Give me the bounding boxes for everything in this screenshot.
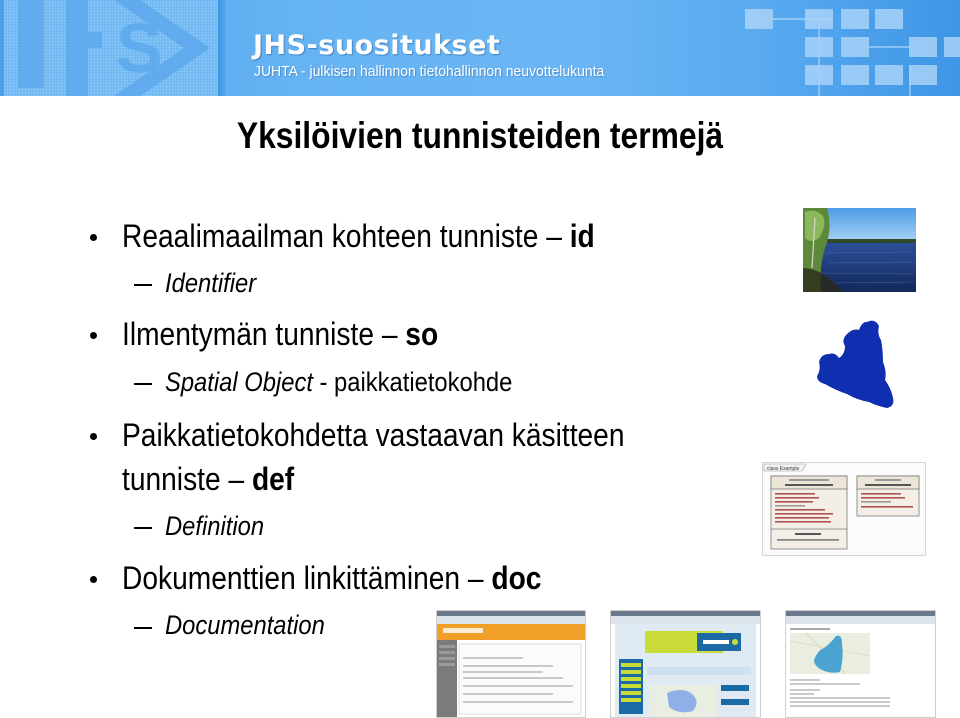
bullet-item-id: Reaalimaailman kohteen tunniste – id bbox=[122, 220, 595, 252]
bullet-text: Reaalimaailman kohteen tunniste – bbox=[122, 218, 570, 254]
sub-rest-text: - paikkatietokohde bbox=[312, 367, 513, 397]
paikkatietoikkuna-screenshot bbox=[436, 610, 586, 718]
slide-title: Yksilöivien tunnisteiden termejä bbox=[236, 115, 724, 156]
bullet-text: tunniste – bbox=[122, 461, 252, 497]
header-banner: S JHS-suositukset JUHTA - julkisen halli… bbox=[0, 0, 960, 96]
bullet-item-doc: Dokumenttien linkittäminen – doc bbox=[122, 562, 541, 594]
flowchart-decoration-icon bbox=[745, 9, 960, 96]
region-map-shape bbox=[815, 318, 897, 408]
bullet-icon bbox=[90, 234, 97, 241]
sub-italic-text: Identifier bbox=[165, 268, 257, 298]
browser-screenshot-icon bbox=[437, 611, 585, 717]
term-code: so bbox=[405, 316, 439, 352]
banner-title: JHS-suositukset bbox=[253, 30, 501, 61]
jhs-logo-icon: S bbox=[18, 0, 210, 96]
sub-item-definition: Definition bbox=[165, 513, 264, 540]
bullet-item-def-line1: Paikkatietokohdetta vastaavan käsitteen bbox=[122, 417, 625, 453]
uml-class-diagram: class Example bbox=[762, 462, 926, 556]
sub-item-spatial-object: Spatial Object - paikkatietokohde bbox=[165, 369, 512, 396]
lake-photo bbox=[803, 208, 916, 292]
term-code: id bbox=[569, 218, 595, 254]
lake-map-screenshot bbox=[785, 610, 936, 718]
ymparisto-map-screenshot bbox=[610, 610, 761, 718]
bullet-text: Ilmentymän tunniste – bbox=[122, 316, 406, 352]
region-shape-icon bbox=[817, 320, 894, 408]
svg-text:S: S bbox=[116, 9, 163, 87]
sub-italic-text: Documentation bbox=[165, 610, 325, 640]
sub-italic-text: Definition bbox=[165, 511, 265, 541]
term-code: def bbox=[251, 461, 295, 497]
bullet-icon bbox=[90, 576, 97, 583]
banner-subtitle: JUHTA - julkisen hallinnon tietohallinno… bbox=[254, 63, 605, 80]
lake-photo-icon bbox=[803, 208, 916, 292]
term-code: doc bbox=[491, 560, 542, 596]
bullet-icon bbox=[90, 332, 97, 339]
dash-icon bbox=[134, 284, 152, 286]
sub-item-identifier: Identifier bbox=[165, 270, 256, 297]
bullet-icon bbox=[90, 433, 97, 440]
jhs-logo: S bbox=[4, 0, 218, 96]
browser-screenshot-icon bbox=[786, 611, 935, 707]
dash-icon bbox=[134, 383, 152, 385]
browser-screenshot-icon bbox=[611, 611, 760, 717]
banner-divider bbox=[218, 0, 226, 96]
dash-icon bbox=[134, 527, 152, 529]
sub-item-documentation: Documentation bbox=[165, 612, 325, 639]
bullet-text: Dokumenttien linkittäminen – bbox=[122, 560, 492, 596]
sub-italic-text: Spatial Object bbox=[165, 367, 313, 397]
dash-icon bbox=[134, 627, 152, 629]
bullet-item-def-line2: tunniste – def bbox=[122, 463, 294, 495]
bullet-item-so: Ilmentymän tunniste – so bbox=[122, 318, 438, 350]
svg-text:class Example: class Example bbox=[767, 466, 799, 472]
uml-diagram-icon: class Example bbox=[763, 463, 920, 550]
